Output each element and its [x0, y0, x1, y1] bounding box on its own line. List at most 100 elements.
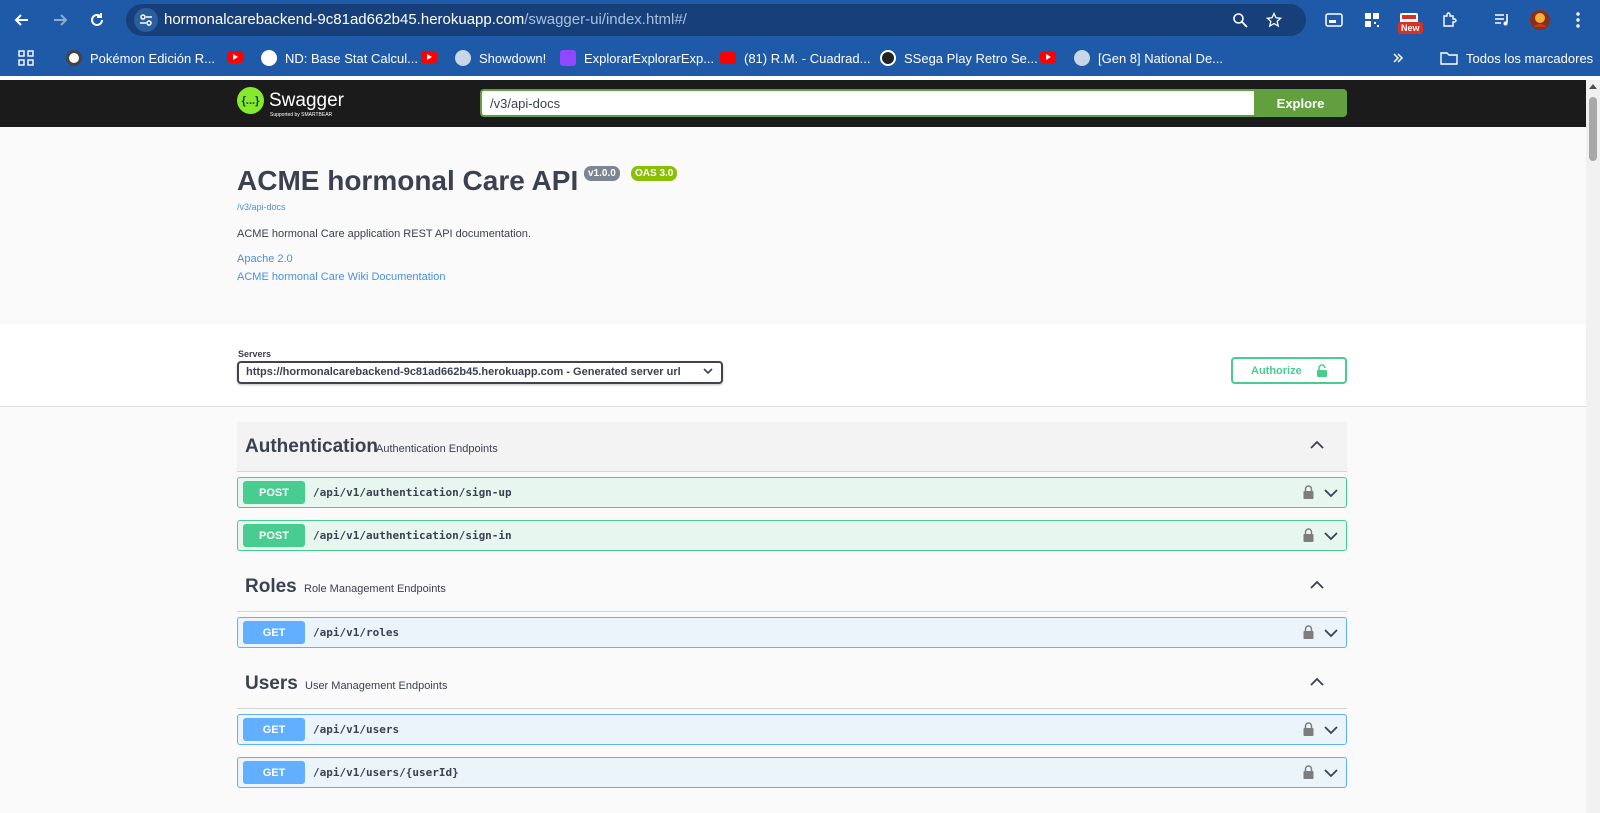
chevron-down-icon[interactable]: [1324, 723, 1338, 737]
bookmark-item[interactable]: Showdown!: [455, 49, 546, 67]
bookmark-item[interactable]: ND: Base Stat Calcul...: [261, 49, 418, 67]
swagger-logo-text: Swagger: [269, 90, 344, 111]
scroll-up-arrow-icon[interactable]: [1589, 84, 1597, 89]
operation-get-roles[interactable]: GET /api/v1/roles: [237, 617, 1347, 648]
chevron-down-icon: [703, 368, 713, 375]
back-arrow-icon[interactable]: [10, 8, 34, 32]
menu-kebab-icon[interactable]: [1566, 8, 1590, 32]
youtube-icon: [720, 52, 736, 64]
bookmark-label: SSega Play Retro Se...: [904, 50, 1038, 66]
showdown-favicon-icon: [1074, 50, 1090, 66]
method-badge: POST: [243, 481, 305, 504]
page-scrollbar[interactable]: [1586, 80, 1600, 813]
new-badge: New: [1398, 22, 1423, 34]
youtube-icon[interactable]: [227, 51, 243, 63]
more-bookmarks-chevron-icon[interactable]: [1392, 49, 1404, 67]
youtube-icon[interactable]: [1040, 51, 1056, 63]
bookmark-label: ExplorarExplorarExp...: [584, 50, 715, 66]
youtube-icon[interactable]: [421, 51, 437, 63]
bookmark-star-icon[interactable]: [1264, 10, 1284, 30]
apps-grid-icon[interactable]: [18, 49, 34, 67]
profile-avatar[interactable]: [1528, 8, 1552, 32]
method-badge: GET: [243, 718, 305, 741]
tag-description: User Management Endpoints: [305, 680, 448, 692]
pokemon-favicon-icon: [66, 50, 82, 66]
servers-label: Servers: [238, 349, 272, 359]
qr-code-icon[interactable]: [1360, 8, 1384, 32]
method-badge: GET: [243, 761, 305, 784]
bookmark-item[interactable]: (81) R.M. - Cuadrad...: [720, 49, 870, 67]
bookmark-item[interactable]: SSega Play Retro Se...: [880, 49, 1038, 67]
tag-roles[interactable]: Roles Role Management Endpoints: [237, 562, 1347, 612]
lock-icon[interactable]: [1303, 625, 1314, 639]
chevron-down-icon[interactable]: [1324, 766, 1338, 780]
authorize-button[interactable]: Authorize: [1231, 357, 1347, 384]
twitch-icon: [560, 50, 576, 66]
lock-icon[interactable]: [1303, 528, 1314, 542]
chevron-up-icon[interactable]: [1309, 674, 1325, 690]
tag-authentication[interactable]: Authentication Authentication Endpoints: [237, 422, 1347, 472]
operation-path: /api/v1/roles: [313, 626, 400, 639]
operation-get-user-by-id[interactable]: GET /api/v1/users/{userId}: [237, 757, 1347, 788]
operations-section: Authentication Authentication Endpoints …: [0, 407, 1586, 813]
chevron-down-icon[interactable]: [1324, 486, 1338, 500]
version-badge: v1.0.0: [584, 166, 620, 181]
globe-icon: [261, 50, 277, 66]
tag-name: Roles: [245, 576, 297, 597]
media-playlist-icon[interactable]: [1490, 8, 1514, 32]
bookmark-item[interactable]: ExplorarExplorarExp...: [560, 49, 714, 67]
spec-link[interactable]: /v3/api-docs: [237, 202, 286, 212]
chevron-up-icon[interactable]: [1309, 577, 1325, 593]
bookmark-label: [Gen 8] National De...: [1098, 50, 1224, 66]
license-link[interactable]: Apache 2.0: [237, 253, 293, 265]
bookmark-item[interactable]: Pokémon Edición R...: [66, 49, 215, 67]
bookmark-label: ND: Base Stat Calcul...: [285, 50, 418, 66]
operation-path: /api/v1/users/{userId}: [313, 766, 459, 779]
unlocked-lock-icon: [1317, 364, 1327, 377]
scrollbar-thumb[interactable]: [1589, 97, 1597, 161]
operation-post-sign-in[interactable]: POST /api/v1/authentication/sign-in: [237, 520, 1347, 551]
chevron-down-icon[interactable]: [1324, 529, 1338, 543]
bookmark-label: Showdown!: [479, 50, 547, 66]
tag-users[interactable]: Users User Management Endpoints: [237, 659, 1347, 709]
chevron-down-icon[interactable]: [1324, 626, 1338, 640]
lock-icon[interactable]: [1303, 722, 1314, 736]
tag-name: Users: [245, 673, 298, 694]
swagger-topbar: {...} Swagger Supported by SMARTBEAR /v3…: [0, 80, 1586, 127]
swagger-logo-icon: {...}: [237, 87, 264, 114]
chevron-up-icon[interactable]: [1309, 437, 1325, 453]
site-info-icon[interactable]: [134, 8, 158, 32]
bookmark-item[interactable]: [Gen 8] National De...: [1074, 49, 1223, 67]
extensions-puzzle-icon[interactable]: [1437, 8, 1461, 32]
operation-path: /api/v1/authentication/sign-up: [313, 486, 512, 499]
reload-icon[interactable]: [85, 8, 109, 32]
bookmark-label: (81) R.M. - Cuadrad...: [744, 50, 871, 66]
api-title: ACME hormonal Care API: [237, 165, 579, 196]
swagger-logo[interactable]: {...} Swagger Supported by SMARTBEAR: [237, 87, 344, 118]
spec-url-input[interactable]: /v3/api-docs: [480, 89, 1255, 117]
zoom-icon[interactable]: [1230, 10, 1250, 30]
tag-description: Authentication Endpoints: [376, 443, 498, 455]
api-description: ACME hormonal Care application REST API …: [237, 228, 531, 240]
operation-post-sign-up[interactable]: POST /api/v1/authentication/sign-up: [237, 477, 1347, 508]
showdown-favicon-icon: [455, 50, 471, 66]
all-bookmarks-folder[interactable]: Todos los marcadores: [1440, 49, 1593, 67]
wiki-link[interactable]: ACME hormonal Care Wiki Documentation: [237, 271, 445, 283]
api-info: ACME hormonal Care API v1.0.0 OAS 3.0 /v…: [0, 127, 1586, 324]
servers-section: Servers https://hormonalcarebackend-9c81…: [0, 324, 1586, 407]
lock-icon[interactable]: [1303, 765, 1314, 779]
sega-favicon-icon: [880, 50, 896, 66]
tag-name: Authentication: [245, 436, 378, 457]
explore-button[interactable]: Explore: [1254, 89, 1347, 117]
operation-path: /api/v1/users: [313, 723, 400, 736]
address-bar[interactable]: hormonalcarebackend-9c81ad662b45.herokua…: [126, 4, 1306, 36]
operation-get-users[interactable]: GET /api/v1/users: [237, 714, 1347, 745]
tab-search-icon[interactable]: [1322, 8, 1346, 32]
server-select[interactable]: https://hormonalcarebackend-9c81ad662b45…: [237, 361, 723, 384]
lock-icon[interactable]: [1303, 485, 1314, 499]
tag-description: Role Management Endpoints: [304, 583, 446, 595]
browser-toolbar: hormonalcarebackend-9c81ad662b45.herokua…: [0, 0, 1600, 40]
forward-arrow-icon[interactable]: [48, 8, 72, 32]
oas-badge: OAS 3.0: [631, 166, 678, 181]
address-url: hormonalcarebackend-9c81ad662b45.herokua…: [164, 11, 687, 28]
